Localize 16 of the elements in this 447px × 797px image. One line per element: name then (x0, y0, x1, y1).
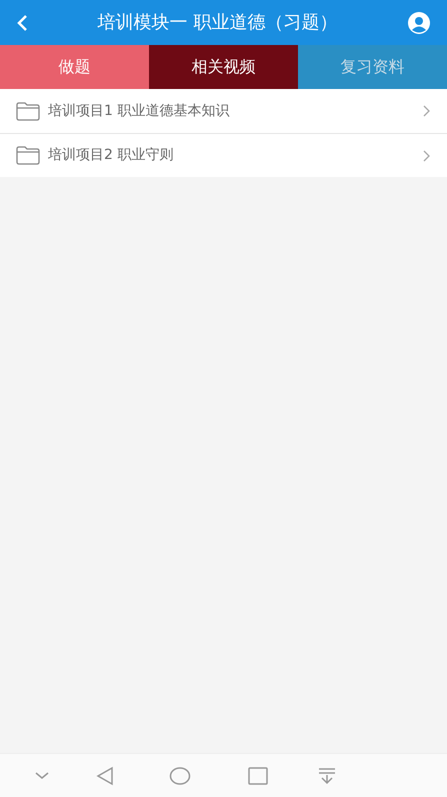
back-icon[interactable] (16, 14, 28, 32)
chevron-right-icon (423, 105, 431, 117)
collapse-icon[interactable] (34, 770, 50, 780)
tab[interactable]: 相关视频 (149, 45, 298, 89)
folder-list-item[interactable]: 培训项目1 职业道德基本知识 (0, 89, 447, 133)
back-icon[interactable] (95, 766, 115, 786)
folder-icon (16, 146, 40, 165)
tab[interactable]: 做题 (0, 45, 149, 89)
pull-down-icon[interactable] (318, 766, 336, 784)
folder-icon (16, 102, 40, 120)
home-icon[interactable] (169, 766, 191, 786)
user-avatar-icon[interactable] (406, 10, 431, 34)
page-title: 培训模块一 职业道德（习题） (98, 11, 338, 35)
folder-list-item[interactable]: 培训项目2 职业守则 (0, 133, 447, 177)
recents-icon[interactable] (248, 766, 268, 784)
chevron-right-icon (423, 150, 431, 162)
